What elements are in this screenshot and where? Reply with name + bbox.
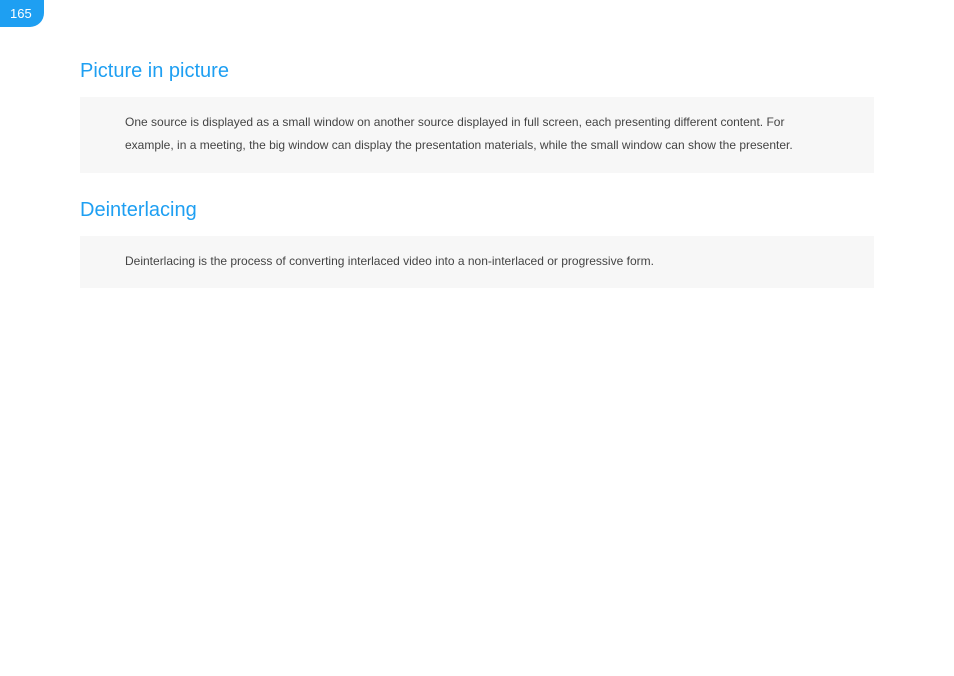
page-content: Picture in picture One source is display… xyxy=(0,0,954,288)
page-number-tab: 165 xyxy=(0,0,44,27)
description-text: Deinterlacing is the process of converti… xyxy=(125,250,834,273)
page-number: 165 xyxy=(10,6,32,21)
description-box-deinterlacing: Deinterlacing is the process of converti… xyxy=(80,236,874,289)
description-box-picture-in-picture: One source is displayed as a small windo… xyxy=(80,97,874,173)
section-heading-deinterlacing: Deinterlacing xyxy=(80,199,874,222)
section-heading-picture-in-picture: Picture in picture xyxy=(80,60,874,83)
description-text: One source is displayed as a small windo… xyxy=(125,111,834,157)
